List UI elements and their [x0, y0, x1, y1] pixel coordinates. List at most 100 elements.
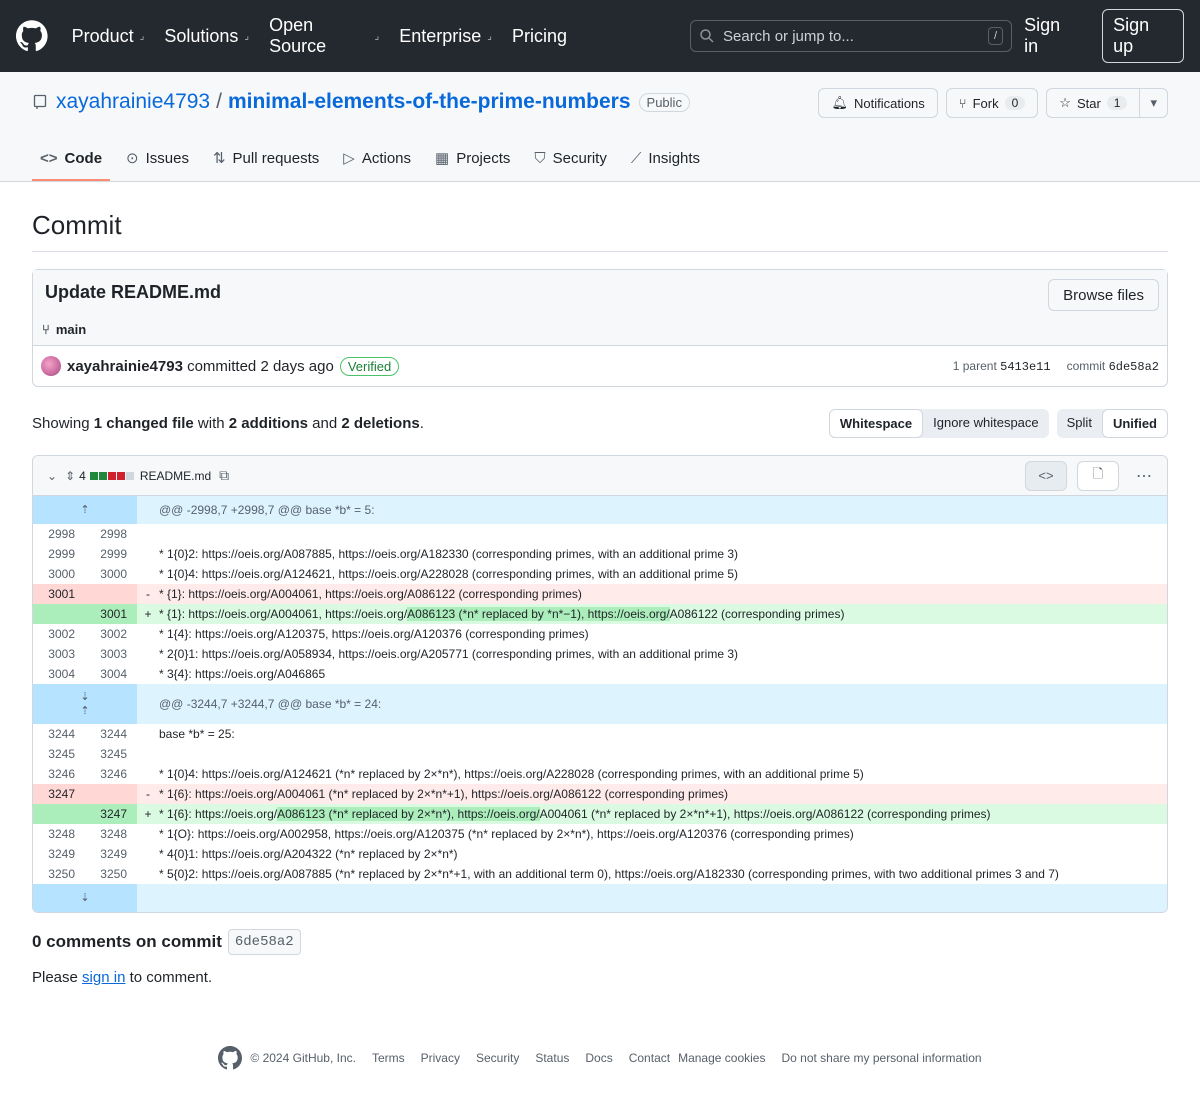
author-link[interactable]: xayahrainie4793: [67, 358, 183, 375]
footer-link-do-not-share[interactable]: Do not share my personal information: [781, 1051, 981, 1065]
old-line-number[interactable]: 3001: [33, 584, 85, 604]
expand-lines-icon[interactable]: ⇣ ⇡: [33, 684, 137, 724]
old-line-number[interactable]: 3249: [33, 844, 85, 864]
old-line-number[interactable]: 2999: [33, 544, 85, 564]
footer-link-security[interactable]: Security: [476, 1051, 519, 1065]
kebab-horizontal-icon[interactable]: ⋯: [1129, 466, 1159, 486]
old-line-number[interactable]: 3002: [33, 624, 85, 644]
new-line-number[interactable]: 2998: [85, 524, 137, 544]
sign-up-button[interactable]: Sign up: [1102, 9, 1184, 63]
tab-security[interactable]: ⛉ Security: [526, 137, 614, 181]
nav-enterprise[interactable]: Enterprise ⌟: [399, 26, 492, 47]
old-line-number[interactable]: [33, 604, 85, 624]
old-line-number[interactable]: 3248: [33, 824, 85, 844]
new-line-number[interactable]: 3002: [85, 624, 137, 644]
browse-files-button[interactable]: Browse files: [1048, 279, 1159, 311]
tab-pull-requests[interactable]: ⇅ Pull requests: [205, 137, 327, 181]
tab-code[interactable]: <> Code: [32, 137, 111, 181]
old-line-number[interactable]: 3247: [33, 784, 85, 804]
context-row: 3250 3250 * 5{0}2: https://oeis.org/A08788…: [33, 864, 1167, 884]
tab-actions[interactable]: ▷ Actions: [335, 137, 419, 181]
ignore-whitespace-button[interactable]: Ignore whitespace: [923, 409, 1049, 438]
avatar[interactable]: [41, 356, 61, 376]
new-line-number[interactable]: 3247: [85, 804, 137, 824]
new-line-number[interactable]: 3248: [85, 824, 137, 844]
fork-button[interactable]: ⑂ Fork 0: [945, 88, 1039, 118]
repo-owner-link[interactable]: xayahrainie4793: [56, 90, 210, 114]
github-mark-icon[interactable]: [218, 1046, 243, 1070]
nav-open-source[interactable]: Open Source ⌟: [269, 15, 379, 57]
nav-product[interactable]: Product ⌟: [72, 26, 145, 47]
footer-link-docs[interactable]: Docs: [585, 1051, 612, 1065]
tab-issues[interactable]: ⊙ Issues: [118, 137, 197, 181]
old-line-number[interactable]: 2998: [33, 524, 85, 544]
nav-pricing[interactable]: Pricing: [512, 26, 567, 47]
new-line-number[interactable]: [85, 584, 137, 604]
github-logo-icon[interactable]: [16, 20, 48, 52]
tab-projects[interactable]: ▦ Projects: [427, 137, 518, 181]
tab-insights[interactable]: ⟋ Insights: [623, 137, 708, 181]
verified-badge[interactable]: Verified: [339, 356, 400, 376]
hunk-gutter: [137, 496, 159, 524]
whitespace-button[interactable]: Whitespace: [828, 408, 924, 438]
footer-link-status[interactable]: Status: [535, 1051, 569, 1065]
repo-name-link[interactable]: minimal-elements-of-the-prime-numbers: [228, 90, 631, 114]
copy-icon[interactable]: ⧉: [219, 467, 229, 484]
expand-lines-icon[interactable]: ⇣: [33, 884, 137, 912]
old-line-number[interactable]: 3245: [33, 744, 85, 764]
new-line-number[interactable]: [85, 784, 137, 804]
chevron-down-icon[interactable]: ⌄: [47, 469, 57, 483]
new-line-number[interactable]: 3003: [85, 644, 137, 664]
nav-solutions[interactable]: Solutions ⌟: [164, 26, 249, 47]
footer-link-contact[interactable]: Contact: [629, 1051, 670, 1065]
caret-icon: ⌟: [244, 30, 250, 42]
search-input[interactable]: Search or jump to... /: [690, 20, 1013, 52]
footer-link-manage-cookies[interactable]: Manage cookies: [678, 1051, 765, 1065]
display-rich-diff-button[interactable]: 🗋︎: [1077, 460, 1119, 491]
new-line-number[interactable]: 3245: [85, 744, 137, 764]
diff-view-options: Whitespace Ignore whitespace Split Unifi…: [828, 408, 1168, 438]
new-line-number[interactable]: 3246: [85, 764, 137, 784]
expand-all-icon[interactable]: ⇕: [65, 469, 75, 483]
new-line-number[interactable]: 3004: [85, 664, 137, 684]
diffstat-bar: Showing 1 changed file with 2 additions …: [32, 408, 1168, 438]
new-line-number[interactable]: 3250: [85, 864, 137, 884]
changed-text-highlight: A086123 (*n* replaced by *n*−1), https:/…: [407, 607, 670, 621]
branch-link[interactable]: ⑂ main: [42, 322, 86, 337]
star-dropdown-button[interactable]: ▾: [1140, 88, 1168, 118]
sign-in-link[interactable]: Sign in: [1012, 15, 1090, 57]
display-source-button[interactable]: <>: [1025, 460, 1067, 491]
old-line-number[interactable]: 3003: [33, 644, 85, 664]
committed-text: committed 2 days ago: [187, 357, 334, 375]
expand-lines-icon[interactable]: ⇡: [33, 496, 137, 524]
deletion-row: 3001 - * {1}: https://oeis.org/A004061, ht…: [33, 584, 1167, 604]
new-line-number[interactable]: 3001: [85, 604, 137, 624]
old-line-number[interactable]: 3004: [33, 664, 85, 684]
footer-link-privacy[interactable]: Privacy: [421, 1051, 460, 1065]
whitespace-toggle: Whitespace Ignore whitespace: [828, 408, 1049, 438]
auth-links: Sign in Sign up: [1012, 9, 1184, 63]
star-button[interactable]: ☆ Star 1: [1046, 88, 1141, 118]
new-line-number[interactable]: 3000: [85, 564, 137, 584]
code-line: * 4{0}1: https://oeis.org/A204322 (*n* r…: [159, 847, 458, 861]
old-line-number[interactable]: 3000: [33, 564, 85, 584]
notifications-button[interactable]: 🔔︎ Notifications: [818, 88, 938, 118]
parent-sha-link[interactable]: 5413e11: [1000, 360, 1050, 374]
file-name-link[interactable]: README.md: [140, 469, 211, 483]
split-button[interactable]: Split: [1057, 409, 1102, 438]
new-line-number[interactable]: 3244: [85, 724, 137, 744]
addition-row: 3001 + * {1}: https://oeis.org/A004061, ht…: [33, 604, 1167, 624]
new-line-number[interactable]: 2999: [85, 544, 137, 564]
old-line-number[interactable]: 3244: [33, 724, 85, 744]
nav-label: Enterprise: [399, 25, 482, 46]
old-line-number[interactable]: 3250: [33, 864, 85, 884]
hunk-header-row: ⇣ ⇡ @@ -3244,7 +3244,7 @@ base *b* = 24:: [33, 684, 1167, 724]
unified-button[interactable]: Unified: [1101, 408, 1168, 438]
footer-link-terms[interactable]: Terms: [372, 1051, 405, 1065]
context-row: 3248 3248 * 1{O}: https://oeis.org/A002958…: [33, 824, 1167, 844]
search-placeholder: Search or jump to...: [723, 27, 854, 45]
old-line-number[interactable]: 3246: [33, 764, 85, 784]
new-line-number[interactable]: 3249: [85, 844, 137, 864]
old-line-number[interactable]: [33, 804, 85, 824]
sign-in-link[interactable]: sign in: [82, 969, 125, 986]
